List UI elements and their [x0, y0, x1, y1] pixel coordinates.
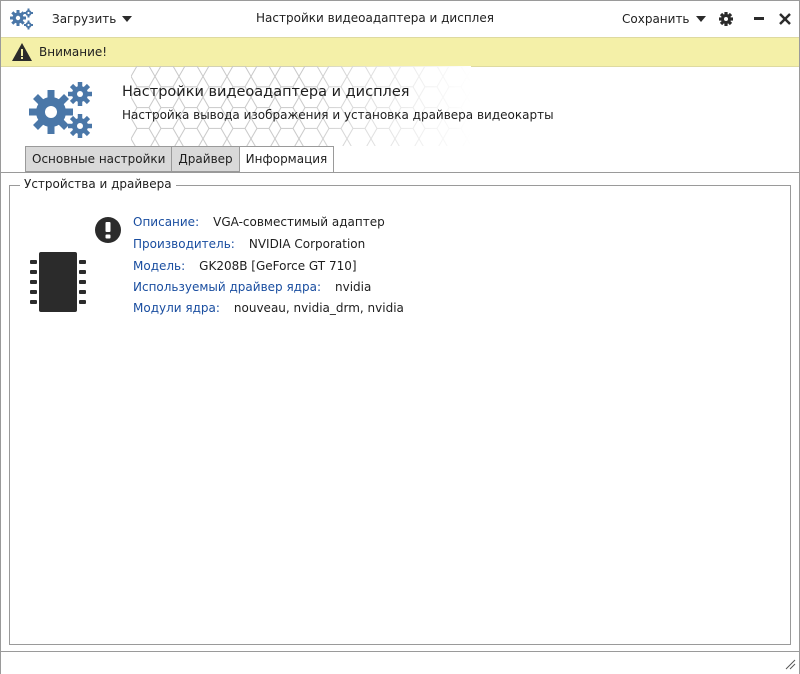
info-label: Модель: [133, 259, 186, 273]
info-row-vendor: Производитель: NVIDIA Corporation [133, 237, 365, 251]
status-bar [1, 651, 799, 674]
info-value: VGA-совместимый адаптер [213, 215, 385, 229]
tab-basic-settings[interactable]: Основные настройки [25, 146, 172, 172]
info-label: Производитель: [133, 237, 235, 251]
info-label: Модули ядра: [133, 301, 220, 315]
caret-down-icon [695, 16, 706, 22]
save-menu-label: Сохранить [622, 12, 690, 26]
load-menu-button[interactable]: Загрузить [52, 11, 133, 27]
close-icon[interactable] [775, 9, 795, 29]
info-row-kernel-driver: Используемый драйвер ядра: nvidia [133, 280, 371, 294]
info-label: Используемый драйвер ядра: [133, 280, 321, 294]
minimize-icon[interactable] [749, 9, 769, 29]
info-row-model: Модель: GK208B [GeForce GT 710] [133, 259, 357, 273]
devices-groupbox: Устройства и драйвера Описание: VGA-совм… [9, 177, 791, 645]
load-menu-label: Загрузить [52, 12, 117, 26]
info-row-kernel-modules: Модули ядра: nouveau, nvidia_drm, nvidia [133, 301, 404, 315]
tab-information[interactable]: Информация [238, 146, 335, 173]
info-label: Описание: [133, 215, 200, 229]
group-title: Устройства и драйвера [20, 177, 176, 191]
exclamation-icon [95, 217, 121, 243]
tab-content: Устройства и драйвера Описание: VGA-совм… [1, 172, 799, 651]
info-value: nouveau, nvidia_drm, nvidia [233, 301, 404, 315]
save-menu-button[interactable]: Сохранить [622, 11, 706, 27]
gear-icon[interactable] [718, 11, 734, 27]
header-subtitle: Настройка вывода изображения и установка… [122, 108, 554, 122]
caret-down-icon [122, 16, 133, 22]
chip-icon [30, 252, 86, 312]
main-window: Загрузить Настройки видеоадаптера и дисп… [0, 0, 800, 674]
app-gears-icon[interactable] [9, 7, 35, 31]
info-row-description: Описание: VGA-совместимый адаптер [133, 215, 385, 229]
warning-text: Внимание! [39, 45, 108, 59]
page-header: Настройки видеоадаптера и дисплея Настро… [1, 66, 799, 146]
window-title: Настройки видеоадаптера и дисплея [256, 11, 494, 25]
info-value: nvidia [335, 280, 372, 294]
warning-bar: Внимание! [1, 37, 799, 67]
warning-triangle-icon [12, 43, 32, 61]
info-value: GK208B [GeForce GT 710] [199, 259, 357, 273]
tab-bar: Основные настройки Драйвер Информация [25, 146, 335, 173]
title-bar: Загрузить Настройки видеоадаптера и дисп… [1, 1, 799, 37]
gears-icon [29, 82, 92, 138]
hexagon-pattern [131, 66, 471, 146]
tab-driver[interactable]: Драйвер [171, 146, 239, 172]
resize-grip-icon[interactable] [784, 658, 796, 670]
header-title: Настройки видеоадаптера и дисплея [122, 84, 410, 100]
info-value: NVIDIA Corporation [248, 237, 366, 251]
